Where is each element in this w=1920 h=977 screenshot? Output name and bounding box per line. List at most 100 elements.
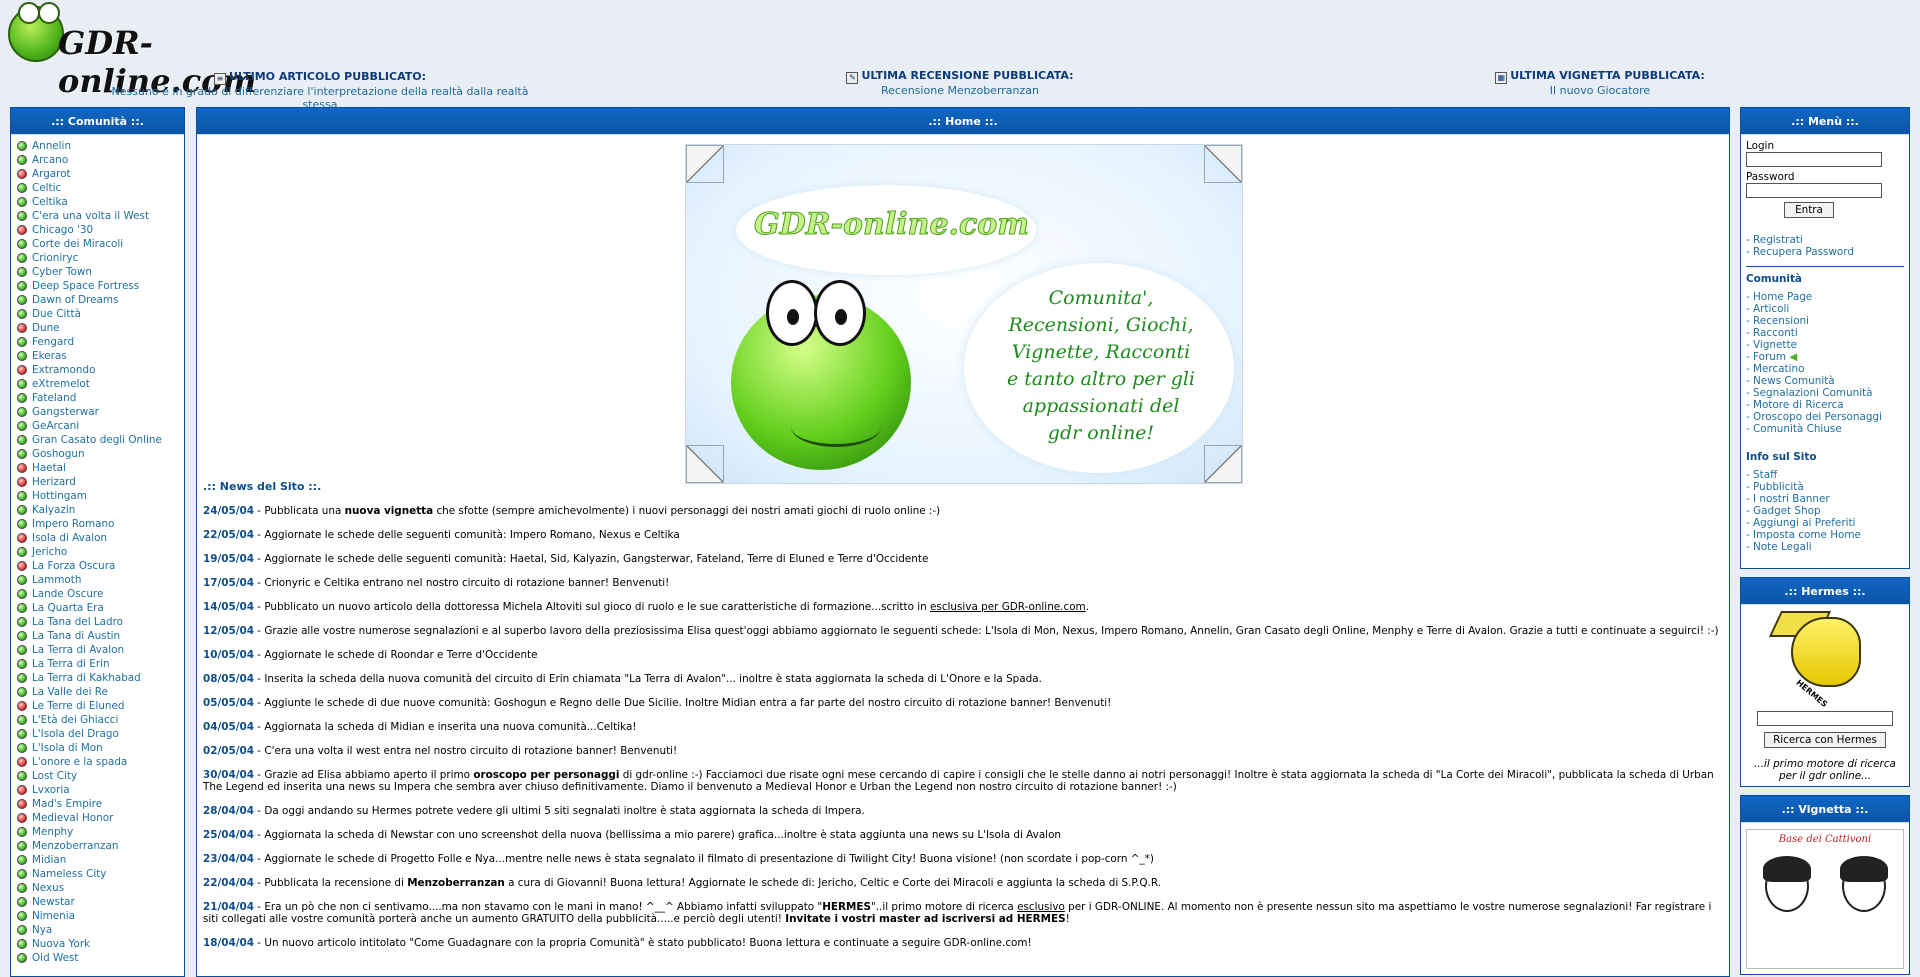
community-item[interactable]: Argarot xyxy=(17,167,184,181)
community-link[interactable]: Cyber Town xyxy=(32,266,92,278)
community-item[interactable]: Nexus xyxy=(17,881,184,895)
community-item[interactable]: Corte dei Miracoli xyxy=(17,237,184,251)
community-link[interactable]: Fateland xyxy=(32,392,76,404)
community-item[interactable]: La Terra di Erin xyxy=(17,657,184,671)
community-link[interactable]: Lande Oscure xyxy=(32,588,103,600)
community-item[interactable]: La Tana di Austin xyxy=(17,629,184,643)
community-link[interactable]: eXtremelot xyxy=(32,378,90,390)
community-link[interactable]: Gran Casato degli Online xyxy=(32,434,162,446)
community-link[interactable]: La Terra di Kakhabad xyxy=(32,672,141,684)
community-link[interactable]: La Tana di Austin xyxy=(32,630,120,642)
community-link[interactable]: La Forza Oscura xyxy=(32,560,115,572)
community-item[interactable]: Crioniryc xyxy=(17,251,184,265)
menu-link[interactable]: - Vignette xyxy=(1746,339,1904,351)
community-item[interactable]: Isola di Avalon xyxy=(17,531,184,545)
community-item[interactable]: La Quarta Era xyxy=(17,601,184,615)
community-link[interactable]: Kalyazin xyxy=(32,504,75,516)
info-link[interactable]: - Imposta come Home xyxy=(1746,529,1904,541)
community-item[interactable]: Extramondo xyxy=(17,363,184,377)
community-link[interactable]: Crioniryc xyxy=(32,252,78,264)
community-item[interactable]: GeArcani xyxy=(17,419,184,433)
community-item[interactable]: Gran Casato degli Online xyxy=(17,433,184,447)
community-link[interactable]: Nuova York xyxy=(32,938,90,950)
info-link[interactable]: - I nostri Banner xyxy=(1746,493,1904,505)
community-item[interactable]: eXtremelot xyxy=(17,377,184,391)
community-link[interactable]: Mad's Empire xyxy=(32,798,102,810)
community-link[interactable]: L'onore e la spada xyxy=(32,756,127,768)
menu-link[interactable]: - Comunità Chiuse xyxy=(1746,423,1904,435)
community-link[interactable]: Lost City xyxy=(32,770,77,782)
login-input[interactable] xyxy=(1746,152,1882,167)
community-item[interactable]: Fengard xyxy=(17,335,184,349)
menu-link[interactable]: - Home Page xyxy=(1746,291,1904,303)
info-link[interactable]: - Pubblicità xyxy=(1746,481,1904,493)
community-item[interactable]: La Tana del Ladro xyxy=(17,615,184,629)
community-item[interactable]: Kalyazin xyxy=(17,503,184,517)
community-link[interactable]: Celtika xyxy=(32,196,68,208)
community-item[interactable]: Annelin xyxy=(17,139,184,153)
community-link[interactable]: Haetal xyxy=(32,462,66,474)
community-link[interactable]: Due Città xyxy=(32,308,81,320)
community-item[interactable]: Lande Oscure xyxy=(17,587,184,601)
community-item[interactable]: Celtic xyxy=(17,181,184,195)
hermes-search-input[interactable] xyxy=(1757,711,1893,726)
community-link[interactable]: Dawn of Dreams xyxy=(32,294,118,306)
community-link[interactable]: Impero Romano xyxy=(32,518,114,530)
community-item[interactable]: Menzoberranzan xyxy=(17,839,184,853)
community-link[interactable]: Menphy xyxy=(32,826,73,838)
community-link[interactable]: Goshogun xyxy=(32,448,85,460)
community-link[interactable]: GeArcani xyxy=(32,420,79,432)
latest-review-link[interactable]: Recensione Menzoberranzan xyxy=(820,84,1100,97)
community-link[interactable]: Gangsterwar xyxy=(32,406,99,418)
account-link[interactable]: - Registrati xyxy=(1746,234,1904,246)
community-link[interactable]: Nexus xyxy=(32,882,64,894)
menu-link[interactable]: - Racconti xyxy=(1746,327,1904,339)
community-item[interactable]: Medieval Honor xyxy=(17,811,184,825)
community-item[interactable]: Impero Romano xyxy=(17,517,184,531)
community-link[interactable]: L'Isola del Drago xyxy=(32,728,119,740)
community-item[interactable]: Gangsterwar xyxy=(17,405,184,419)
community-link[interactable]: Jericho xyxy=(32,546,67,558)
community-item[interactable]: Due Città xyxy=(17,307,184,321)
menu-link[interactable]: - Mercatino xyxy=(1746,363,1904,375)
community-link[interactable]: Celtic xyxy=(32,182,61,194)
community-item[interactable]: L'Età dei Ghiacci xyxy=(17,713,184,727)
community-item[interactable]: Ekeras xyxy=(17,349,184,363)
community-link[interactable]: Old West xyxy=(32,952,79,964)
community-link[interactable]: Corte dei Miracoli xyxy=(32,238,123,250)
community-link[interactable]: Isola di Avalon xyxy=(32,532,107,544)
community-item[interactable]: L'Isola del Drago xyxy=(17,727,184,741)
community-link[interactable]: Lammoth xyxy=(32,574,81,586)
community-link[interactable]: Nameless City xyxy=(32,868,106,880)
community-item[interactable]: La Forza Oscura xyxy=(17,559,184,573)
community-link[interactable]: Extramondo xyxy=(32,364,95,376)
community-item[interactable]: Menphy xyxy=(17,825,184,839)
community-link[interactable]: Annelin xyxy=(32,140,71,152)
menu-link[interactable]: - Recensioni xyxy=(1746,315,1904,327)
cartoon-image[interactable]: Base dei Cattivoni xyxy=(1746,829,1904,969)
community-item[interactable]: Haetal xyxy=(17,461,184,475)
site-logo[interactable]: GDR-online.com xyxy=(8,2,308,100)
community-item[interactable]: La Terra di Kakhabad xyxy=(17,671,184,685)
news-link[interactable]: esclusivo xyxy=(1017,901,1065,913)
community-link[interactable]: L'Età dei Ghiacci xyxy=(32,714,118,726)
community-link[interactable]: Nimenia xyxy=(32,910,75,922)
community-item[interactable]: Hottingam xyxy=(17,489,184,503)
community-link[interactable]: Deep Space Fortress xyxy=(32,280,139,292)
community-item[interactable]: Nuova York xyxy=(17,937,184,951)
community-item[interactable]: Chicago '30 xyxy=(17,223,184,237)
community-link[interactable]: La Tana del Ladro xyxy=(32,616,123,628)
community-link[interactable]: L'Isola di Mon xyxy=(32,742,103,754)
community-link[interactable]: Menzoberranzan xyxy=(32,840,118,852)
community-link[interactable]: Le Terre di Eluned xyxy=(32,700,125,712)
latest-cartoon-link[interactable]: Il nuovo Giocatore xyxy=(1450,84,1750,97)
menu-link[interactable]: - Segnalazioni Comunità xyxy=(1746,387,1904,399)
community-link[interactable]: La Valle dei Re xyxy=(32,686,108,698)
community-link[interactable]: Argarot xyxy=(32,168,71,180)
info-link[interactable]: - Staff xyxy=(1746,469,1904,481)
community-link[interactable]: La Quarta Era xyxy=(32,602,104,614)
community-link[interactable]: Arcano xyxy=(32,154,68,166)
info-link[interactable]: - Gadget Shop xyxy=(1746,505,1904,517)
community-item[interactable]: C'era una volta il West xyxy=(17,209,184,223)
info-link[interactable]: - Note Legali xyxy=(1746,541,1904,553)
